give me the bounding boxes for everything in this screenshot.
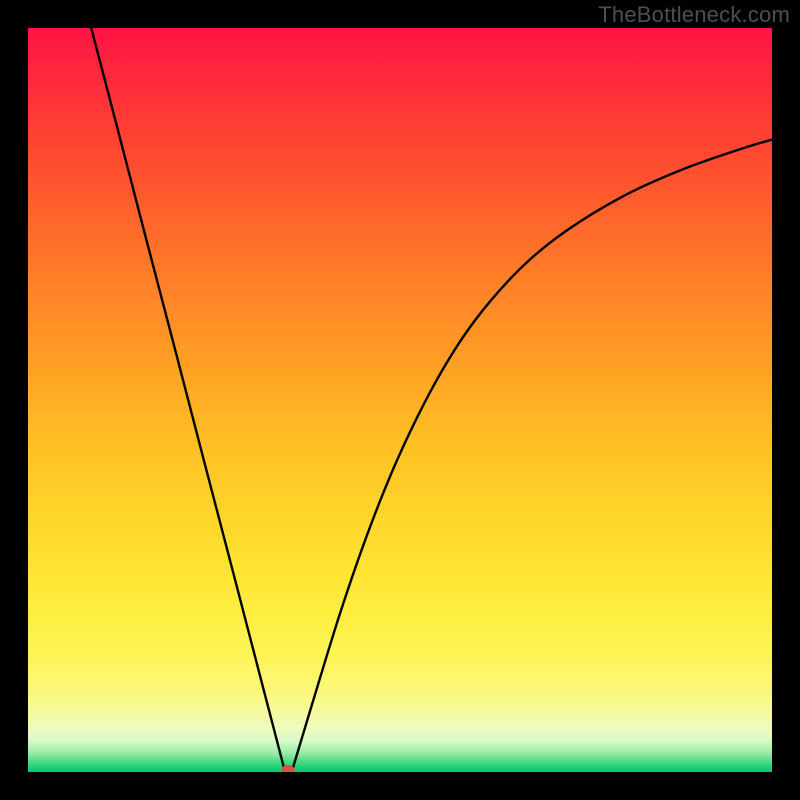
plot-area (28, 28, 772, 772)
curve-left-branch (91, 28, 284, 771)
curve-right-branch (292, 140, 772, 771)
curve-svg (28, 28, 772, 772)
minimum-marker (281, 765, 295, 772)
watermark: TheBottleneck.com (598, 2, 790, 28)
